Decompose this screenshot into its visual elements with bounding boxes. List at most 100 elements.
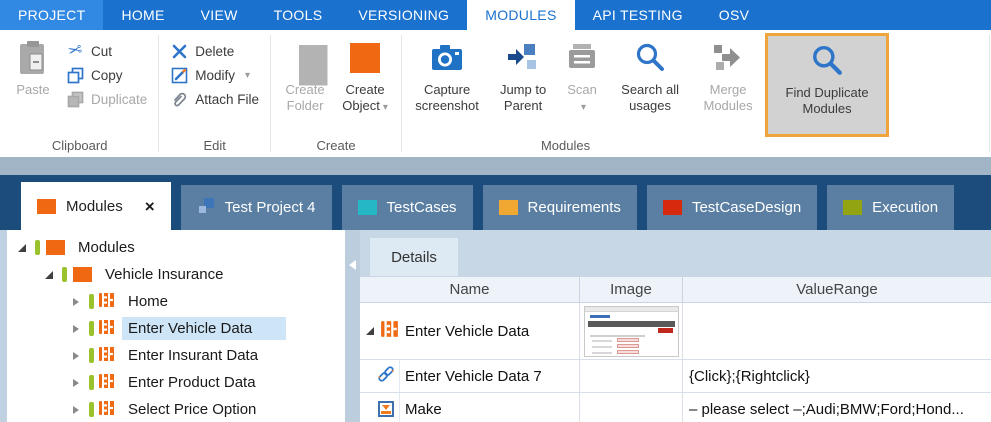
paste-button: Paste (6, 32, 60, 98)
tree-item-vehicle-insurance[interactable]: Vehicle Insurance (7, 261, 345, 288)
table-body: Enter Vehicle Data (360, 303, 991, 422)
scan-dropdown-icon: ▾ (581, 102, 586, 113)
tab-details[interactable]: Details (370, 238, 458, 276)
checkout-badge (89, 375, 94, 390)
ribbon-separator (989, 35, 990, 152)
folder-icon (499, 200, 518, 215)
doc-tab-execution[interactable]: Execution (827, 185, 954, 230)
expander-closed-icon[interactable] (69, 325, 83, 333)
menu-home[interactable]: HOME (103, 0, 182, 30)
tree-item-select-price-option[interactable]: Select Price Option (7, 396, 345, 422)
folder-icon (46, 240, 65, 255)
group-label-edit: Edit (164, 137, 265, 157)
module-icon (98, 373, 115, 393)
tree-item-modules[interactable]: Modules (7, 234, 345, 261)
doc-tab-modules[interactable]: Modules × (21, 182, 171, 230)
jump-to-parent-icon (507, 37, 539, 79)
ribbon-separator (401, 35, 402, 152)
ribbon-group-create: Create Folder Create Object▾ Create (272, 30, 400, 157)
group-label-create: Create (276, 137, 396, 157)
expander-closed-icon[interactable] (69, 352, 83, 360)
group-label-clipboard: Clipboard (6, 137, 153, 157)
close-icon[interactable]: × (145, 198, 155, 215)
doc-tab-testcasedesign[interactable]: TestCaseDesign (647, 185, 817, 230)
menu-tools[interactable]: TOOLS (256, 0, 341, 30)
table-row[interactable]: Make – please select –;Audi;BMW;Ford;Hon… (360, 393, 991, 422)
cell-name: Make (400, 393, 580, 422)
cut-icon: ✂ (66, 42, 84, 60)
menu-project[interactable]: PROJECT (0, 0, 103, 30)
folder-icon (358, 200, 377, 215)
checkout-badge (35, 240, 40, 255)
ribbon-group-clipboard: Paste ✂ Cut Copy (2, 30, 157, 157)
doc-tab-testcases[interactable]: TestCases (342, 185, 473, 230)
collapse-left-icon[interactable] (349, 260, 356, 270)
column-header-valuerange[interactable]: ValueRange (683, 277, 991, 302)
duplicate-button: Duplicate (60, 87, 153, 111)
expander-closed-icon[interactable] (69, 406, 83, 414)
create-object-dropdown-icon[interactable]: ▾ (383, 102, 388, 113)
document-tab-bar: Modules × Test Project 4 TestCases Requi… (0, 175, 991, 230)
doc-tab-test-project-4[interactable]: Test Project 4 (181, 185, 332, 230)
table-header: Name Image ValueRange (360, 276, 991, 303)
group-label-modules: Modules (407, 137, 984, 157)
create-object-button[interactable]: Create Object▾ (334, 32, 396, 116)
link-icon (377, 365, 395, 388)
tree-item-enter-insurant-data[interactable]: Enter Insurant Data (7, 342, 345, 369)
checkout-badge (89, 294, 94, 309)
tree-item-enter-vehicle-data[interactable]: Enter Vehicle Data (7, 315, 345, 342)
attach-file-button[interactable]: Attach File (164, 87, 265, 111)
scan-button: Scan▾ (559, 32, 605, 116)
folder-icon (293, 37, 318, 79)
jump-to-parent-button[interactable]: Jump to Parent (491, 32, 555, 114)
table-row[interactable]: Enter Vehicle Data 7 {Click};{Rightclick… (360, 360, 991, 393)
project-icon (197, 197, 215, 219)
column-header-name[interactable]: Name (360, 277, 580, 302)
merge-modules-button: Merge Modules (695, 32, 761, 114)
tree-item-home[interactable]: Home (7, 288, 345, 315)
expander-open-icon[interactable] (42, 271, 56, 279)
menu-versioning[interactable]: VERSIONING (340, 0, 467, 30)
ribbon-separator (270, 35, 271, 152)
cut-button[interactable]: ✂ Cut (60, 39, 153, 63)
module-icon (380, 320, 399, 343)
details-panel: Details Name Image ValueRange (360, 230, 991, 422)
module-icon (98, 346, 115, 366)
menu-api-testing[interactable]: API TESTING (575, 0, 701, 30)
modify-button[interactable]: Modify ▾ (164, 63, 265, 87)
tree-item-enter-product-data[interactable]: Enter Product Data (7, 369, 345, 396)
ribbon-group-edit: Delete Modify ▾ (160, 30, 269, 157)
cell-valuerange: – please select –;Audi;BMW;Ford;Hond... (683, 393, 991, 422)
cell-valuerange (683, 303, 991, 359)
menu-view[interactable]: VIEW (183, 0, 256, 30)
copy-icon (66, 66, 84, 84)
expander-closed-icon[interactable] (69, 298, 83, 306)
panel-splitter[interactable] (345, 230, 360, 422)
column-header-image[interactable]: Image (580, 277, 683, 302)
expander-open-icon[interactable] (363, 327, 377, 335)
capture-screenshot-button[interactable]: Capture screenshot (407, 32, 487, 114)
folder-icon (843, 200, 862, 215)
doc-tab-requirements[interactable]: Requirements (483, 185, 637, 230)
paperclip-icon (170, 90, 188, 108)
menu-modules[interactable]: MODULES (467, 0, 574, 30)
module-icon (98, 292, 115, 312)
find-duplicate-modules-button[interactable]: Find Duplicate Modules (765, 33, 889, 137)
delete-icon (170, 42, 188, 60)
expander-closed-icon[interactable] (69, 379, 83, 387)
copy-button[interactable]: Copy (60, 63, 153, 87)
search-icon (810, 40, 844, 82)
main-content: Modules Vehicle Insurance Home (0, 230, 991, 422)
menu-osv[interactable]: OSV (701, 0, 767, 30)
module-screenshot-thumbnail[interactable] (584, 306, 679, 357)
object-icon (350, 37, 380, 79)
camera-icon (429, 37, 465, 79)
delete-button[interactable]: Delete (164, 39, 265, 63)
modify-dropdown-icon[interactable]: ▾ (245, 70, 250, 81)
table-row[interactable]: Enter Vehicle Data (360, 303, 991, 360)
paste-icon (17, 37, 49, 79)
search-all-usages-button[interactable]: Search all usages (609, 32, 691, 114)
checkout-badge (89, 402, 94, 417)
expander-open-icon[interactable] (15, 244, 29, 252)
checkout-badge (62, 267, 67, 282)
